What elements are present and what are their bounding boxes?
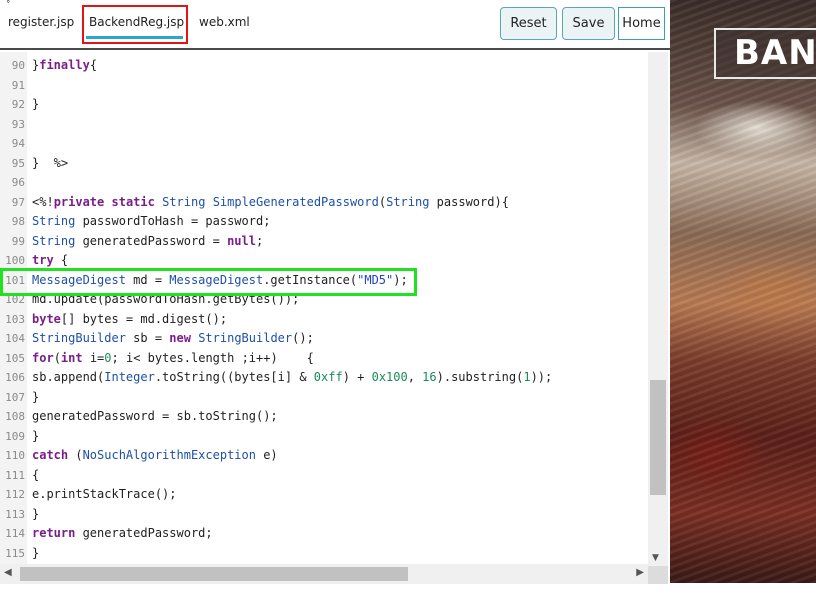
highlighted-line-box — [0, 268, 417, 296]
code-text: } — [32, 506, 40, 521]
tab-bar: ˚ register.jsp BackendReg.jsp web.xml Re… — [0, 0, 670, 50]
horizontal-scrollbar[interactable]: ◀ ▶ — [0, 564, 648, 584]
code-text: } %> — [32, 155, 69, 170]
line-number: 112 — [5, 488, 25, 501]
line-number: 106 — [5, 371, 25, 384]
code-line[interactable]: 105 for(int i=0; i< bytes.length ;i++) { — [0, 349, 648, 369]
code-text: } — [32, 545, 40, 560]
line-number: 91 — [11, 78, 25, 92]
reset-button[interactable]: Reset — [500, 7, 557, 40]
code-line[interactable]: 96 — [0, 173, 648, 193]
code-line[interactable]: 112 e.printStackTrace(); — [0, 485, 648, 505]
code-text: byte[] bytes = md.digest(); — [32, 311, 228, 326]
code-line[interactable]: 114 return generatedPassword; — [0, 524, 648, 544]
line-number: 99 — [11, 234, 25, 248]
code-text: for(int i=0; i< bytes.length ;i++) { — [32, 350, 314, 365]
code-text: sb.append(Integer.toString((bytes[i] & 0… — [32, 370, 553, 384]
tab-register-jsp[interactable]: register.jsp — [8, 14, 74, 30]
code-line[interactable]: 104 StringBuilder sb = new StringBuilder(… — [0, 329, 648, 349]
vertical-scroll-thumb[interactable] — [650, 380, 666, 495]
code-line[interactable]: 95 } %> — [0, 154, 648, 174]
code-line[interactable]: 115} — [0, 544, 648, 564]
code-line[interactable]: 111 { — [0, 466, 648, 486]
line-number: 103 — [5, 312, 25, 326]
vertical-scrollbar[interactable]: ▼ — [648, 52, 668, 566]
line-number: 110 — [5, 449, 25, 462]
code-line[interactable]: 99 String generatedPassword = null; — [0, 232, 648, 252]
banner-logo-text: BAN — [734, 33, 816, 73]
line-number: 95 — [11, 156, 25, 170]
line-number: 105 — [5, 351, 25, 365]
code-text: <%!private static String SimpleGenerated… — [32, 194, 509, 209]
code-editor[interactable]: 90 }finally{ 91 92} 93 94 95 } %> 96 97 <%!private… — [0, 52, 648, 564]
banner-logo: BAN — [714, 28, 816, 79]
code-text: String passwordToHash = password; — [32, 214, 271, 228]
code-line[interactable]: 106 sb.append(Integer.toString((bytes[i] … — [0, 368, 648, 388]
code-text: } — [32, 389, 40, 404]
line-number: 107 — [5, 390, 25, 404]
line-number: 109 — [5, 429, 25, 443]
line-number: 90 — [11, 59, 25, 72]
code-line[interactable]: 110 catch (NoSuchAlgorithmException e) — [0, 446, 648, 466]
line-number: 96 — [11, 176, 25, 189]
line-number: 111 — [5, 468, 25, 482]
line-number: 92 — [11, 98, 25, 111]
code-line[interactable]: 97 <%!private static String SimpleGenerat… — [0, 193, 648, 213]
scroll-down-arrow-icon[interactable]: ▼ — [652, 553, 659, 563]
line-number: 104 — [5, 332, 25, 345]
code-line[interactable]: 107} — [0, 388, 648, 408]
save-button[interactable]: Save — [562, 7, 615, 40]
code-line[interactable]: 92} — [0, 95, 648, 115]
code-text: } — [32, 97, 40, 111]
code-line[interactable]: 90 }finally{ — [0, 56, 648, 76]
banner-bottom-strip — [670, 583, 816, 610]
banner-texture — [670, 0, 816, 583]
horizontal-scroll-thumb[interactable] — [20, 567, 408, 581]
active-tab-highlight-box — [82, 5, 188, 44]
code-line[interactable]: 109} — [0, 427, 648, 447]
banner-photo: BAN — [670, 0, 816, 583]
code-text: { — [32, 467, 40, 482]
code-text: } — [32, 428, 40, 443]
code-line[interactable]: 108 generatedPassword = sb.toString(); — [0, 407, 648, 427]
line-number: 114 — [5, 527, 25, 540]
corner-mark: ˚ — [6, 1, 11, 11]
scroll-right-arrow-icon[interactable]: ▶ — [636, 567, 644, 578]
home-button[interactable]: Home — [618, 7, 665, 40]
code-text: catch (NoSuchAlgorithmException e) — [32, 448, 278, 462]
code-text: }finally{ — [32, 58, 98, 72]
bottom-strip — [0, 584, 670, 610]
line-number: 108 — [5, 410, 25, 423]
line-number: 97 — [11, 195, 25, 209]
line-number: 98 — [11, 215, 25, 228]
code-line[interactable]: 113} — [0, 505, 648, 525]
code-text: return generatedPassword; — [32, 526, 213, 540]
code-line[interactable]: 98 String passwordToHash = password; — [0, 212, 648, 232]
code-line[interactable]: 103 byte[] bytes = md.digest(); — [0, 310, 648, 330]
code-text: StringBuilder sb = new StringBuilder(); — [32, 331, 314, 345]
line-number: 94 — [11, 137, 25, 150]
line-number: 113 — [5, 507, 25, 521]
scroll-left-arrow-icon[interactable]: ◀ — [4, 567, 12, 578]
tab-web-xml[interactable]: web.xml — [199, 14, 250, 30]
code-line[interactable]: 93 — [0, 115, 648, 135]
line-number: 115 — [5, 546, 25, 560]
code-text: e.printStackTrace(); — [32, 487, 177, 501]
code-text: String generatedPassword = null; — [32, 233, 264, 248]
code-text: generatedPassword = sb.toString(); — [32, 409, 278, 423]
line-number: 93 — [11, 117, 25, 131]
code-line[interactable]: 94 — [0, 134, 648, 154]
scrollbar-corner — [648, 566, 668, 584]
code-line[interactable]: 91 — [0, 76, 648, 96]
